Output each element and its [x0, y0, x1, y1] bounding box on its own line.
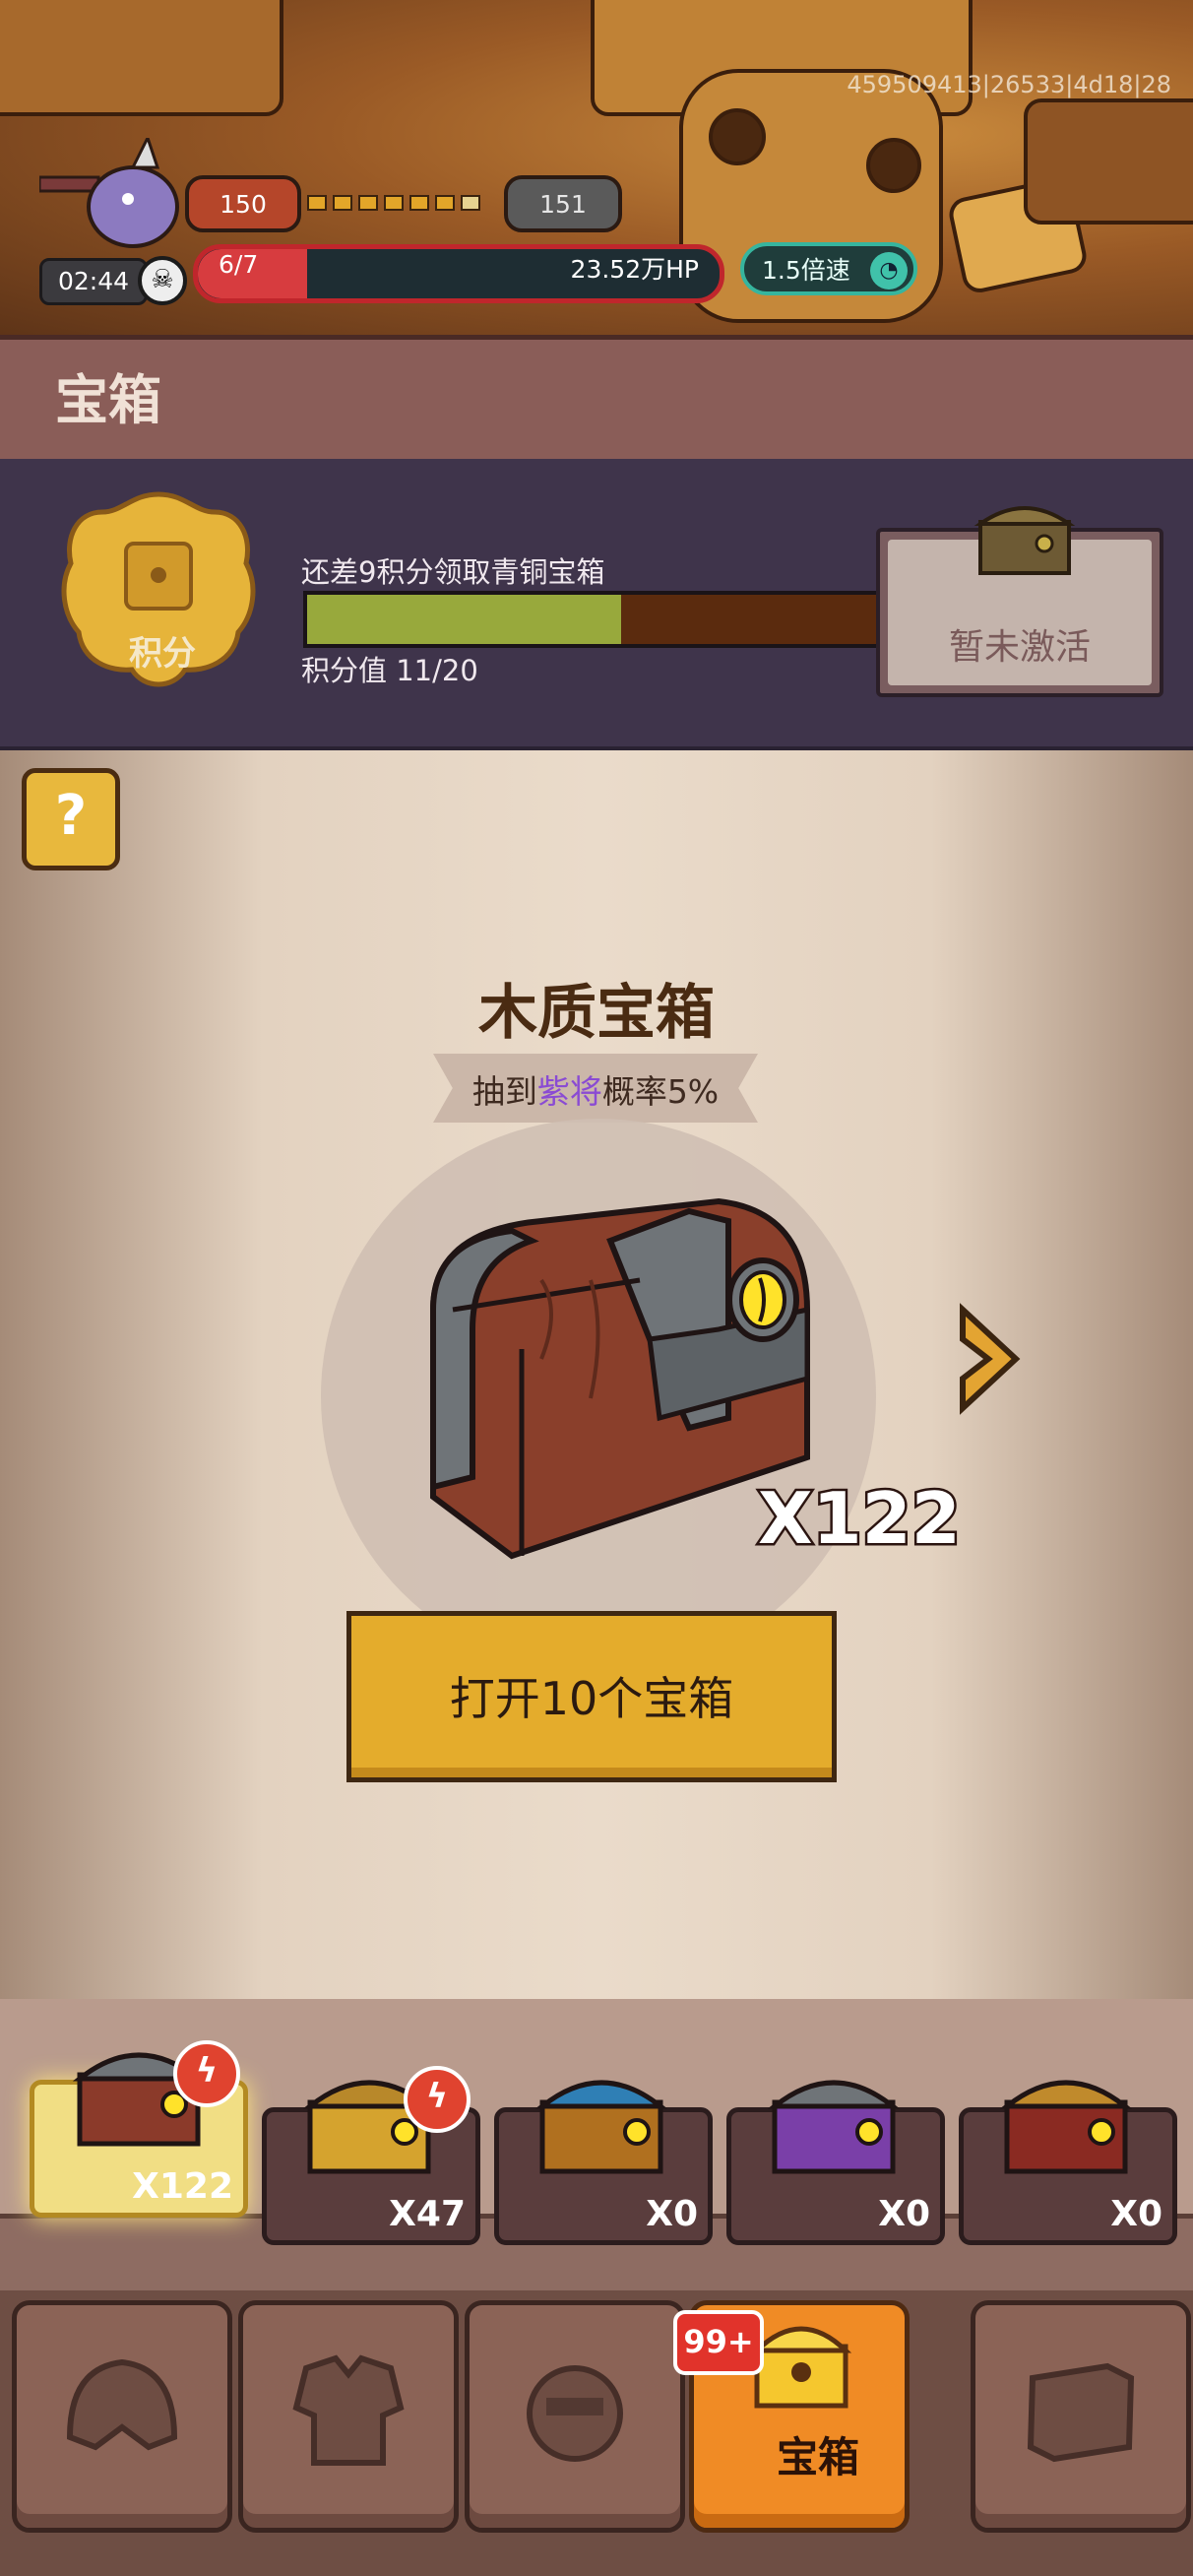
help-button[interactable]: ?	[22, 768, 120, 870]
timer-display: 02:44	[39, 258, 148, 305]
nav-tab-chest-label: 宝箱	[776, 2433, 859, 2481]
chest-slot-count: X0	[1110, 2194, 1162, 2234]
chest-slot-red[interactable]: X0	[959, 2080, 1177, 2245]
notification-badge: 99+	[673, 2310, 764, 2375]
next-chest-arrow-icon[interactable]	[955, 1300, 1024, 1418]
section-header	[0, 335, 1193, 470]
nav-tab-armor[interactable]	[238, 2300, 459, 2533]
nav-tab-map[interactable]	[971, 2300, 1191, 2533]
next-level-pill: 151	[504, 175, 622, 232]
nav-tab-skills[interactable]	[465, 2300, 685, 2533]
points-hint: 还差9积分领取青铜宝箱	[301, 555, 605, 589]
speed-label: 1.5倍速	[762, 256, 850, 285]
chest-slot-blue[interactable]: X0	[494, 2080, 713, 2245]
speed-toggle-button[interactable]: 1.5倍速 ◔	[740, 242, 917, 295]
points-progress-fill	[307, 595, 621, 644]
purple-chest-icon	[767, 2080, 901, 2174]
progress-dot	[435, 195, 455, 211]
rate-text: 抽到紫将概率5%	[433, 1065, 758, 1113]
armor-icon	[292, 2354, 405, 2466]
wave-counter: 6/7	[219, 250, 259, 279]
speedometer-icon: ◔	[870, 252, 908, 290]
chest-slot-count: X122	[132, 2166, 233, 2207]
helmet-icon	[66, 2358, 178, 2451]
points-value: 积分值 11/20	[301, 654, 478, 687]
progress-dot	[409, 195, 429, 211]
blue-chest-icon	[534, 2080, 668, 2174]
lightning-badge-icon: ϟ	[404, 2066, 471, 2133]
chest-count: X122	[756, 1475, 964, 1563]
scroll-map-icon	[1027, 2362, 1135, 2463]
red-chest-icon	[999, 2080, 1133, 2174]
bronze-chest-status: 暂未激活	[948, 627, 1091, 668]
hp-value: 23.52万HP	[570, 255, 699, 284]
bronze-chest-icon	[973, 506, 1076, 575]
nav-tab-equipment[interactable]	[12, 2300, 232, 2533]
points-progress-bar	[303, 591, 882, 648]
current-level-pill: 150	[185, 175, 301, 232]
progress-dot	[333, 195, 352, 211]
chest-slot-purple[interactable]: X0	[726, 2080, 945, 2245]
rate-highlight: 紫将	[536, 1072, 602, 1111]
open-button-label: 打开10个宝箱	[449, 1672, 734, 1725]
progress-dot	[384, 195, 404, 211]
progress-dot	[358, 195, 378, 211]
lightning-badge-icon: ϟ	[173, 2040, 240, 2107]
user-id-text: 459509413|26533|4d18|28	[847, 71, 1171, 98]
chest-slot-count: X47	[389, 2194, 466, 2234]
chest-title: 木质宝箱	[478, 979, 715, 1048]
progress-dot	[307, 195, 327, 211]
rate-suffix: 概率5%	[601, 1072, 720, 1111]
helmet-crest-icon	[527, 2365, 623, 2462]
rate-prefix: 抽到	[471, 1072, 537, 1111]
hero-avatar	[39, 138, 179, 248]
skull-icon: ☠	[138, 256, 187, 305]
points-badge-label: 积分	[129, 634, 196, 674]
chest-slot-count: X0	[878, 2194, 930, 2234]
open-10-chests-button[interactable]: 打开10个宝箱	[346, 1611, 837, 1782]
progress-dot	[461, 195, 480, 211]
section-title: 宝箱	[55, 369, 161, 431]
chest-slot-count: X0	[646, 2194, 698, 2234]
